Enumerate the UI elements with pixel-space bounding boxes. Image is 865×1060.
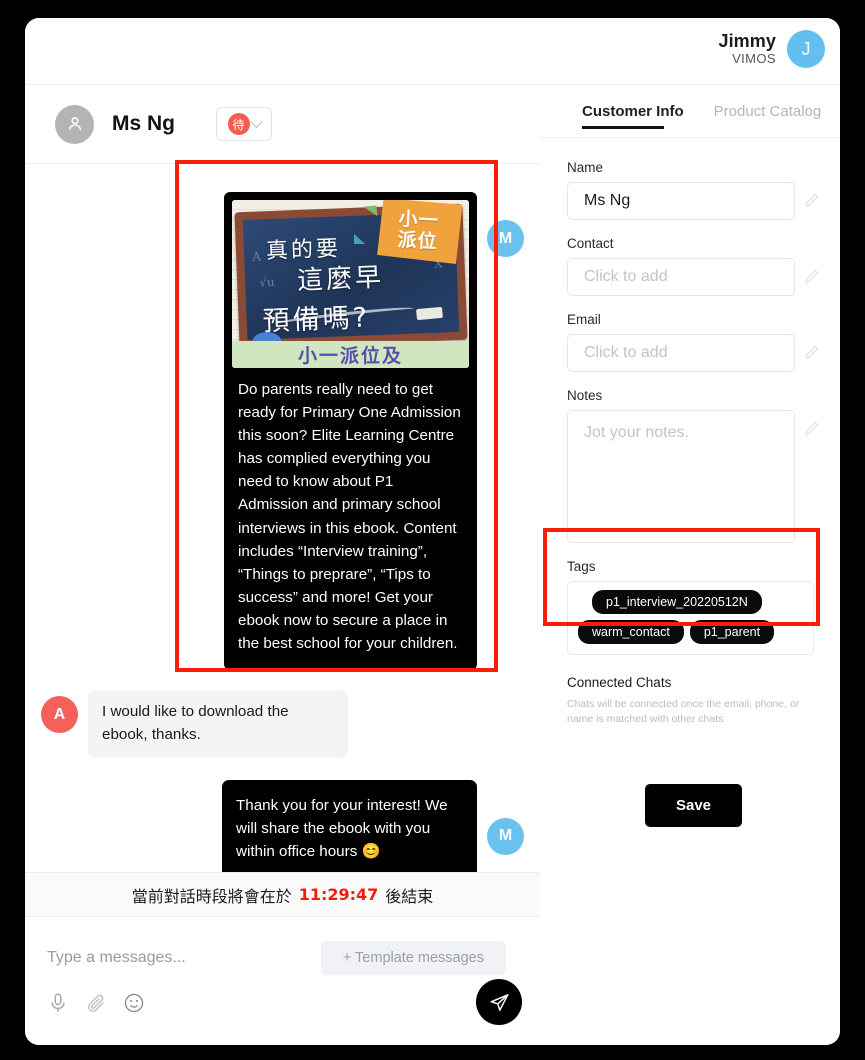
contact-input[interactable]: Click to add bbox=[567, 258, 795, 296]
message-row-incoming: A I would like to download the ebook, th… bbox=[25, 670, 540, 758]
device-frame: Jimmy VIMOS J Ms Ng 待 A √u X 真的要 這麼早 預備嗎… bbox=[0, 0, 865, 1060]
person-icon bbox=[68, 117, 81, 130]
name-field-row: Ms Ng bbox=[567, 182, 820, 220]
save-button[interactable]: Save bbox=[644, 784, 743, 828]
connected-chats-title: Connected Chats bbox=[567, 675, 672, 690]
image-caption-band: 小一派位及 bbox=[232, 341, 469, 368]
image-line-2: 這麼早 bbox=[296, 262, 385, 297]
microphone-icon[interactable] bbox=[47, 992, 69, 1014]
account-avatar[interactable]: J bbox=[787, 30, 825, 68]
account-name: Jimmy bbox=[718, 31, 776, 52]
account-org: VIMOS bbox=[732, 50, 776, 66]
message-bubble-outgoing[interactable]: Thank you for your interest! We will sha… bbox=[222, 779, 477, 872]
notes-field-group: Notes Jot your notes. bbox=[567, 388, 820, 543]
eraser-icon bbox=[416, 306, 443, 321]
tag-item[interactable]: warm_contact bbox=[578, 620, 684, 644]
composer-input-row: Type a messages... + Template messages bbox=[25, 937, 540, 979]
name-field-group: Name Ms Ng bbox=[567, 160, 820, 220]
message-input[interactable]: Type a messages... bbox=[47, 949, 321, 967]
account-menu[interactable]: Jimmy VIMOS J bbox=[718, 30, 825, 68]
email-label: Email bbox=[567, 312, 601, 327]
session-timer-suffix: 後結束 bbox=[385, 886, 434, 906]
contact-field-group: Contact Click to add bbox=[567, 236, 820, 296]
contact-name: Ms Ng bbox=[112, 112, 175, 135]
composer-tools bbox=[47, 992, 145, 1014]
status-dropdown[interactable]: 待 bbox=[216, 107, 272, 141]
message-image[interactable]: A √u X α 真的要 這麼早 預備嗎? bbox=[232, 200, 469, 368]
message-avatar: A bbox=[41, 696, 78, 734]
edit-pencil-icon[interactable] bbox=[803, 268, 820, 285]
message-row-outgoing: Thank you for your interest! We will sha… bbox=[25, 758, 540, 872]
top-bar: Jimmy VIMOS J bbox=[25, 18, 840, 85]
edit-pencil-icon[interactable] bbox=[803, 192, 820, 209]
green-wedge bbox=[363, 205, 378, 218]
image-corner-tag: 小一 派位 bbox=[373, 200, 462, 264]
tag-item[interactable]: p1_parent bbox=[689, 620, 775, 644]
name-label: Name bbox=[567, 160, 604, 175]
message-bubble-media[interactable]: A √u X α 真的要 這麼早 預備嗎? bbox=[224, 192, 477, 671]
tags-label: Tags bbox=[567, 559, 596, 574]
send-icon bbox=[490, 993, 509, 1011]
image-caption: 小一派位及 bbox=[297, 345, 403, 367]
app-page: Jimmy VIMOS J Ms Ng 待 A √u X 真的要 這麼早 預備嗎… bbox=[25, 18, 840, 1045]
email-input[interactable]: Click to add bbox=[567, 334, 795, 372]
session-timer-prefix: 當前對話時段將會在於 bbox=[131, 886, 292, 906]
customer-panel: Customer Info Product Catalog Name Ms Ng… bbox=[540, 85, 840, 1045]
tags-section: Tags p1_interview_20220512N warm_contact… bbox=[567, 559, 820, 655]
tags-container[interactable]: p1_interview_20220512N warm_contact p1_p… bbox=[567, 581, 814, 655]
chevron-down-icon bbox=[249, 114, 263, 128]
connected-chats-description: Chats will be connected once the email, … bbox=[567, 698, 800, 726]
message-avatar: M bbox=[487, 220, 524, 257]
account-text: Jimmy VIMOS bbox=[718, 31, 776, 67]
tag-item[interactable]: p1_interview_20220512N bbox=[592, 590, 762, 614]
image-tag-line-2: 派位 bbox=[396, 228, 439, 254]
template-messages-button[interactable]: + Template messages bbox=[320, 941, 506, 975]
edit-pencil-icon[interactable] bbox=[803, 344, 820, 361]
status-badge: 待 bbox=[227, 113, 250, 135]
tab-product-catalog[interactable]: Product Catalog bbox=[714, 103, 822, 129]
contact-label: Contact bbox=[567, 236, 614, 251]
tab-customer-info[interactable]: Customer Info bbox=[582, 103, 684, 129]
message-avatar: M bbox=[487, 817, 524, 855]
paperclip-icon[interactable] bbox=[85, 992, 107, 1014]
session-timer-bar: 當前對話時段將會在於 11:29:47 後結束 bbox=[25, 872, 540, 917]
message-bubble-incoming[interactable]: I would like to download the ebook, than… bbox=[88, 690, 348, 758]
contact-field-row: Click to add bbox=[567, 258, 820, 296]
notes-textarea[interactable]: Jot your notes. bbox=[567, 410, 795, 543]
emoji-icon[interactable] bbox=[123, 992, 145, 1014]
edit-pencil-icon[interactable] bbox=[803, 420, 820, 437]
panel-tabs: Customer Info Product Catalog bbox=[540, 85, 840, 138]
message-text: Do parents really need to get ready for … bbox=[238, 381, 461, 653]
chat-column: Ms Ng 待 A √u X 真的要 這麼早 預備嗎? 小一 派位 小一派位及 … bbox=[25, 85, 540, 1045]
contact-avatar bbox=[55, 104, 94, 144]
notes-label: Notes bbox=[567, 388, 603, 403]
message-composer: Type a messages... + Template messages bbox=[25, 917, 540, 1045]
email-field-row: Click to add bbox=[567, 334, 820, 372]
name-input[interactable]: Ms Ng bbox=[567, 182, 795, 220]
teal-wedge bbox=[354, 234, 365, 244]
send-button[interactable] bbox=[476, 979, 522, 1025]
message-row-media: A √u X α 真的要 這麼早 預備嗎? bbox=[25, 164, 540, 671]
message-list[interactable]: A √u X α 真的要 這麼早 預備嗎? bbox=[25, 164, 540, 872]
email-field-group: Email Click to add bbox=[567, 312, 820, 372]
panel-body: Name Ms Ng Contact Click to add Email Cl… bbox=[540, 138, 840, 1045]
notes-field-row: Jot your notes. bbox=[567, 410, 820, 543]
chat-header: Ms Ng 待 bbox=[25, 85, 540, 164]
session-timer-value: 11:29:47 bbox=[298, 885, 379, 904]
